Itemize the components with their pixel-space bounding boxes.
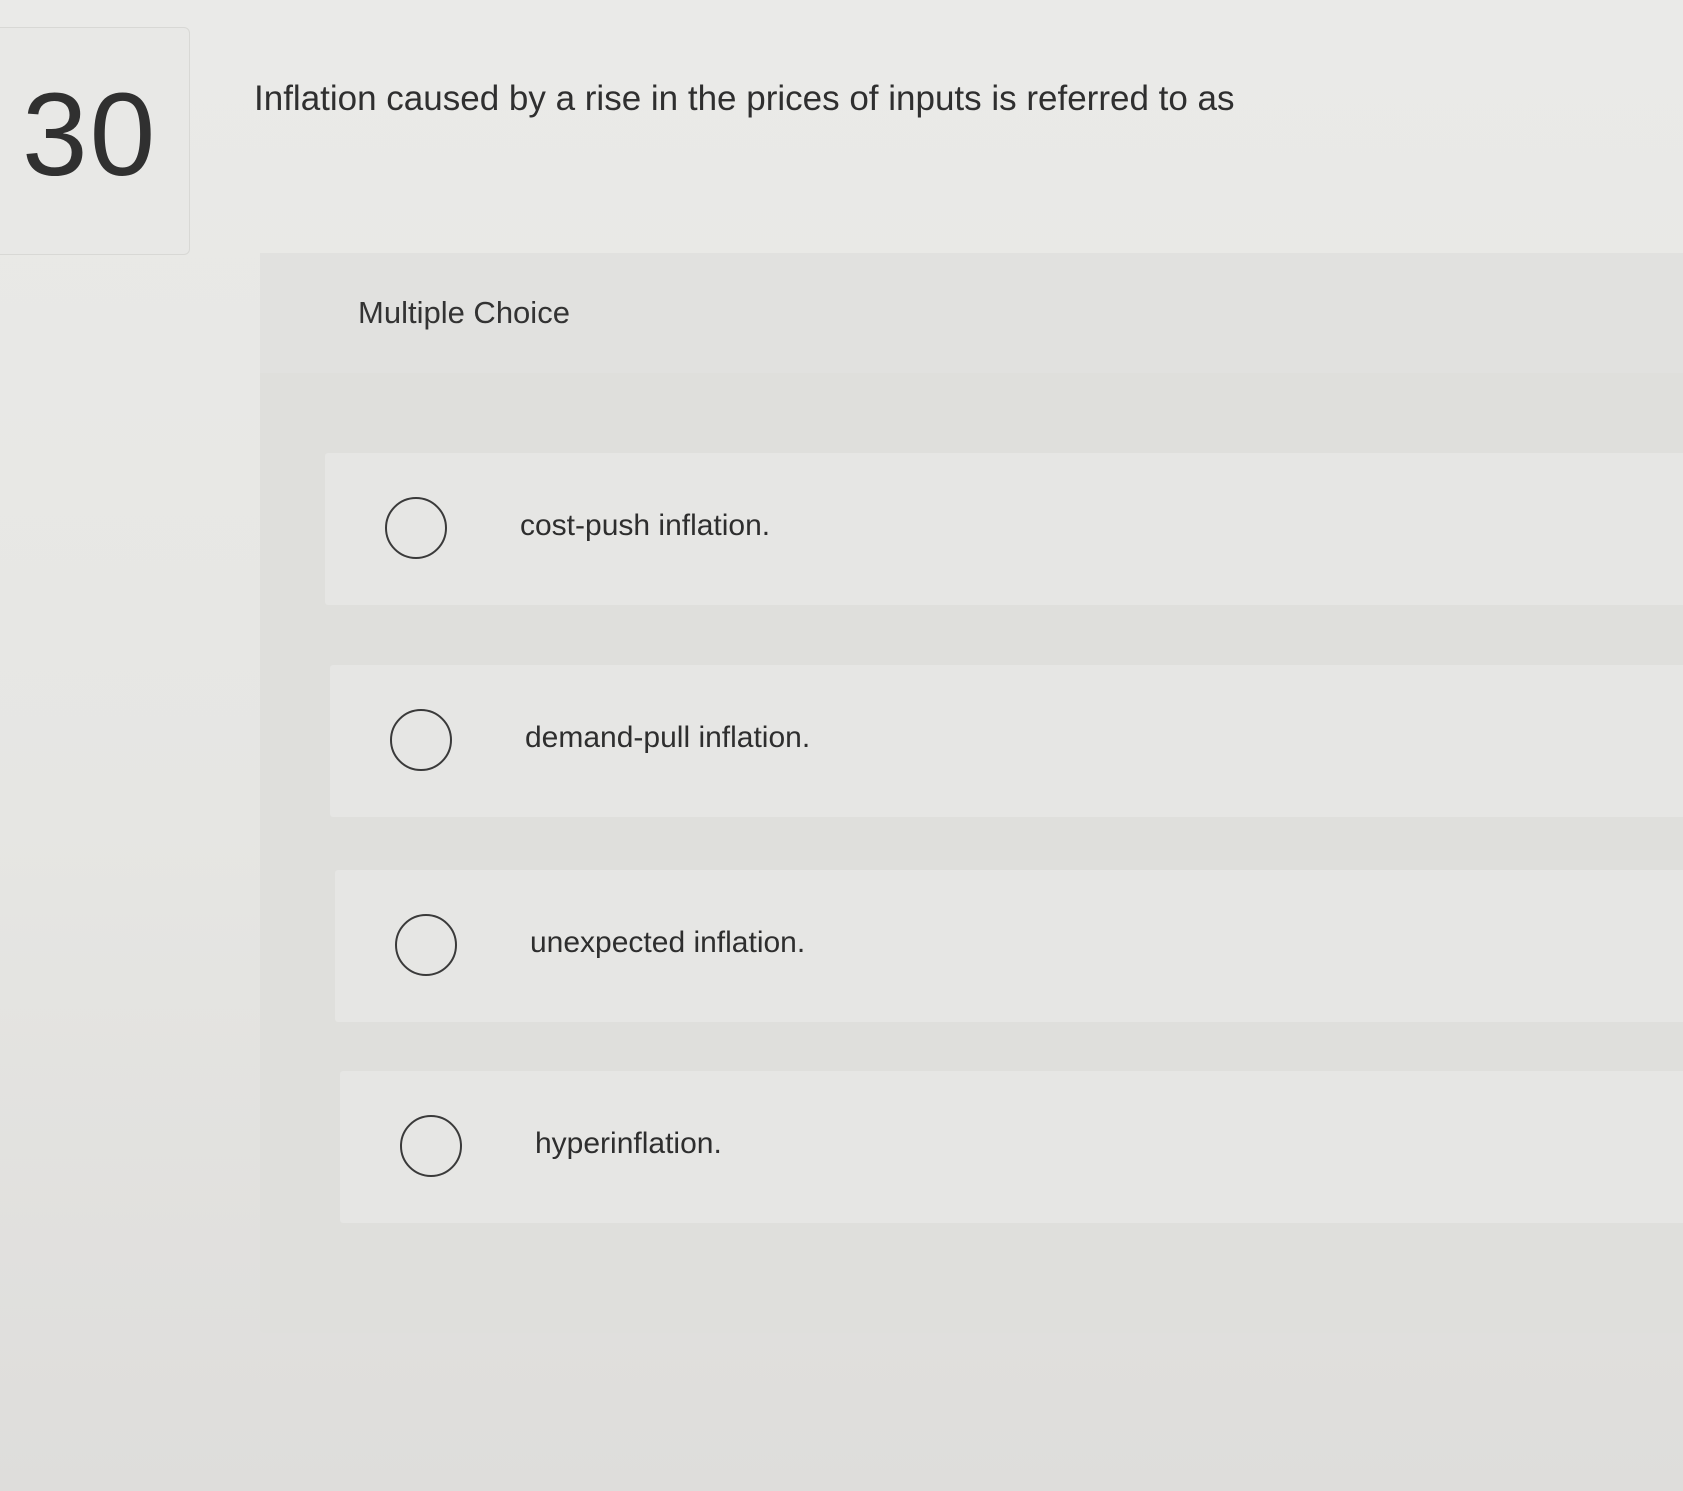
answer-option-demand-pull[interactable]: demand-pull inflation. [330,665,1683,817]
multiple-choice-header: Multiple Choice [260,253,1683,373]
question-number-box: 30 [0,27,190,255]
answer-option-label[interactable]: unexpected inflation. [530,926,805,960]
answer-option-hyperinflation[interactable]: hyperinflation. [340,1071,1683,1223]
answer-option-unexpected[interactable]: unexpected inflation. [335,870,1683,1022]
multiple-choice-label: Multiple Choice [358,295,570,330]
answer-option-label[interactable]: demand-pull inflation. [525,721,810,755]
radio-button[interactable] [385,497,447,559]
radio-button[interactable] [395,914,457,976]
multiple-choice-panel: Multiple Choice cost-push inflation. dem… [260,253,1683,1333]
radio-button[interactable] [390,709,452,771]
answer-option-label[interactable]: cost-push inflation. [520,509,770,543]
answer-option-cost-push[interactable]: cost-push inflation. [325,453,1683,605]
quiz-page: 30 Inflation caused by a rise in the pri… [0,0,1683,1491]
radio-button[interactable] [400,1115,462,1177]
question-number: 30 [22,69,158,201]
answer-option-label[interactable]: hyperinflation. [535,1127,722,1161]
question-prompt: Inflation caused by a rise in the prices… [254,79,1235,118]
